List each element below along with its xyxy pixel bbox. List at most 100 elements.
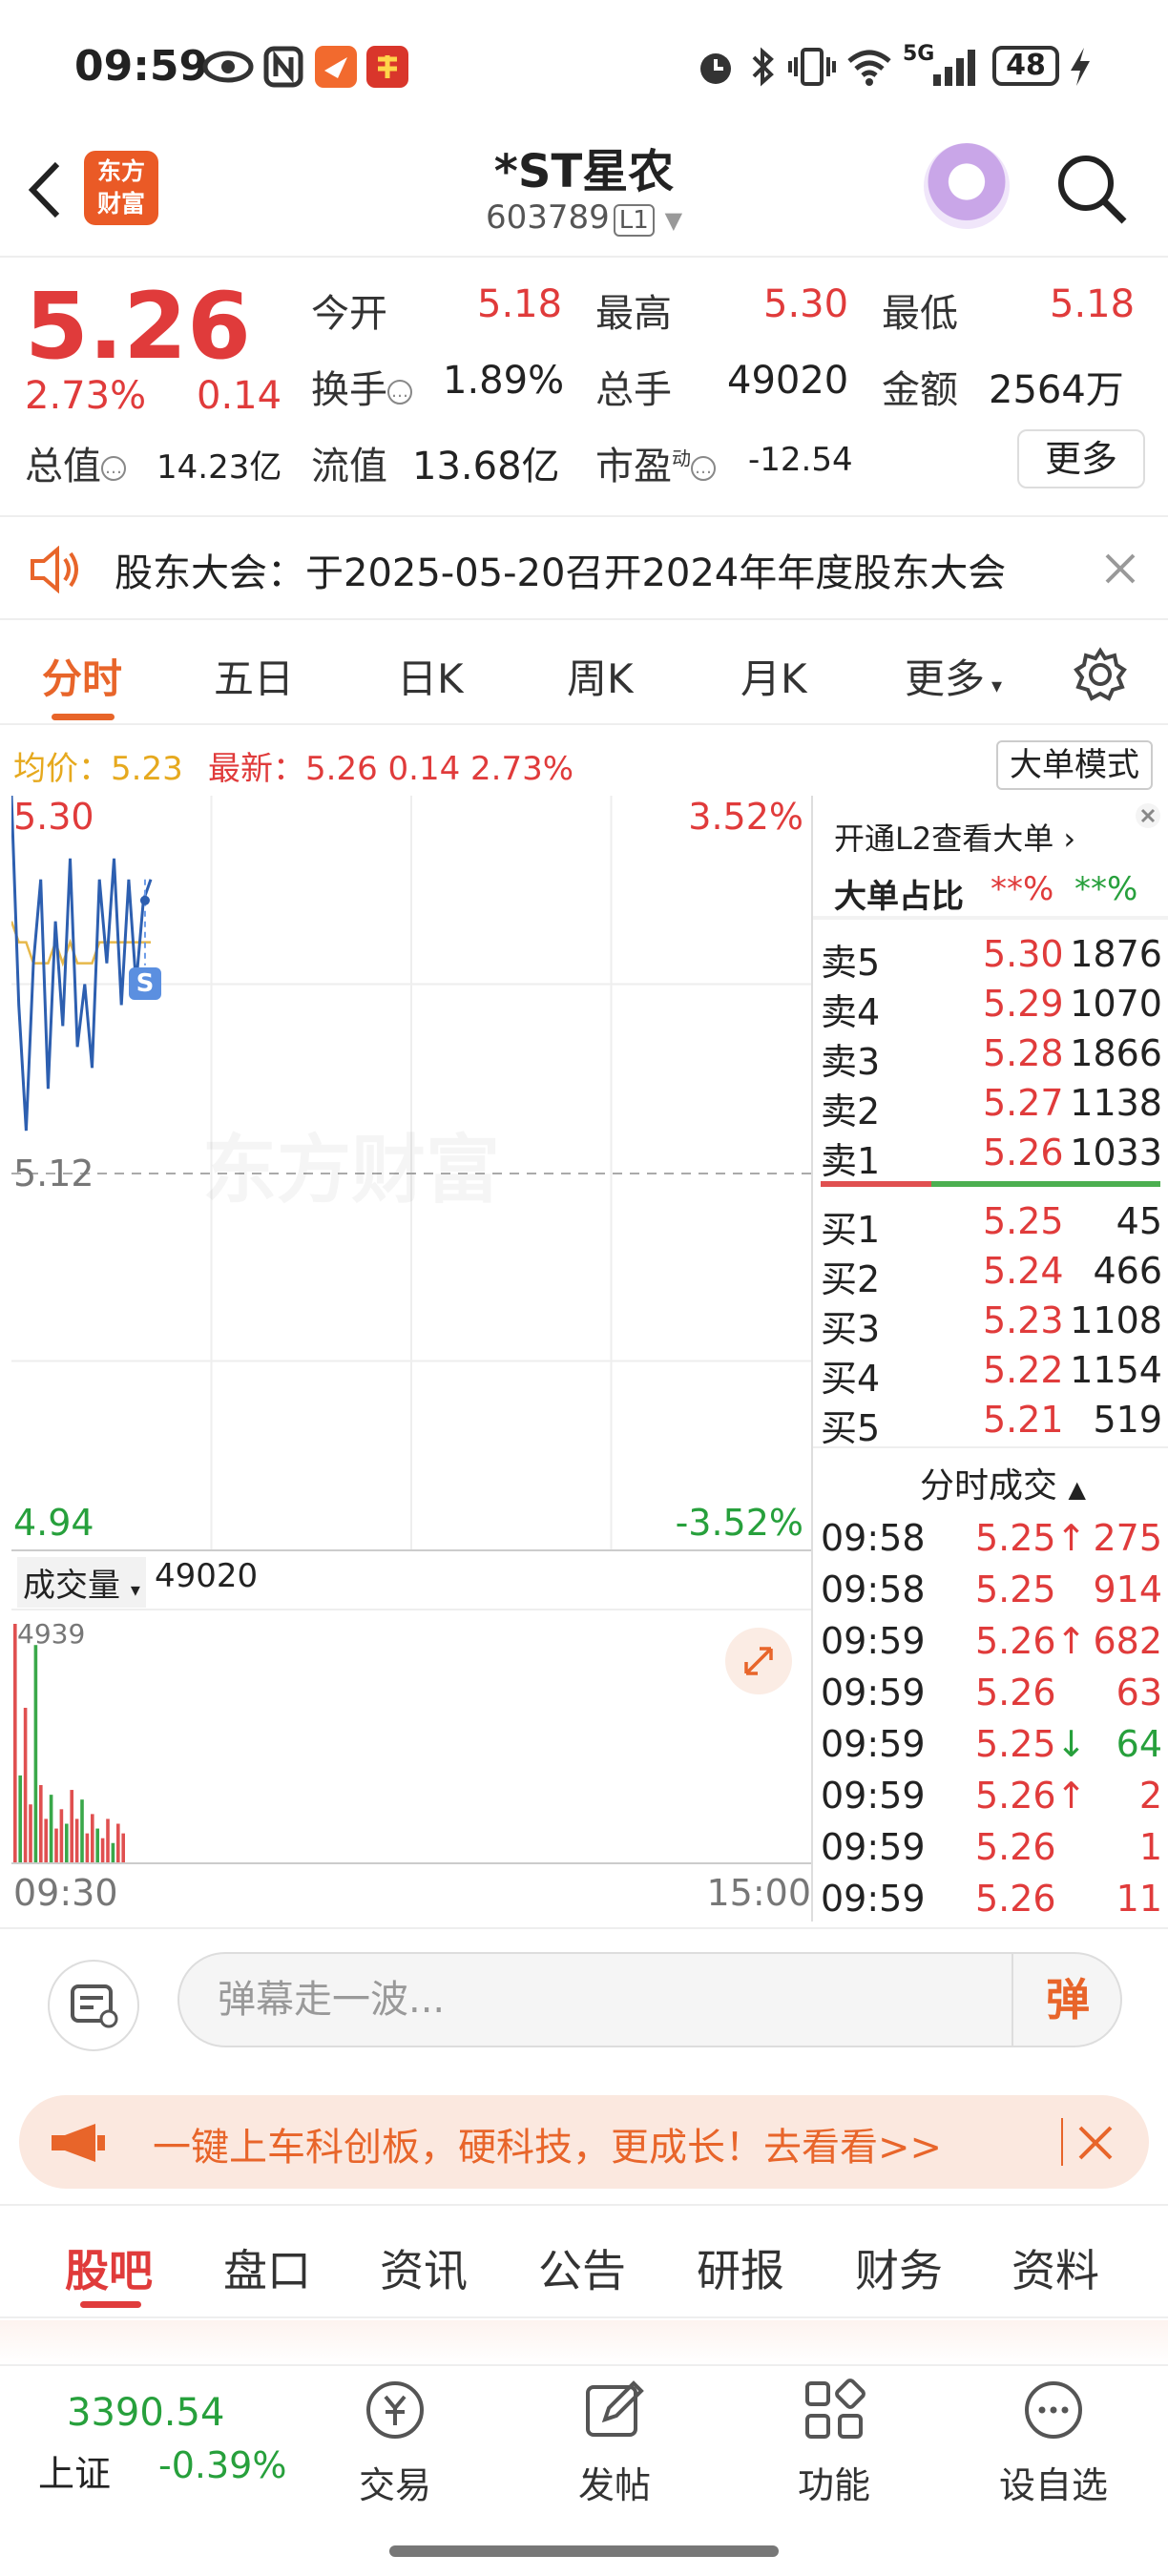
amount-label: 金额	[882, 368, 958, 412]
close-icon[interactable]	[1134, 801, 1162, 830]
volume-bar	[91, 1814, 94, 1862]
tab-guba[interactable]: 股吧	[65, 2236, 153, 2299]
book-volume: 1033	[1070, 1132, 1162, 1174]
info-icon[interactable]: …	[691, 456, 716, 481]
pe-value: -12.54	[748, 441, 853, 479]
network-type: 5G	[903, 42, 935, 66]
tab-monthly-k[interactable]: 月K	[740, 647, 807, 705]
volume-bar	[121, 1833, 125, 1862]
promo-banner[interactable]: 一键上车科创板，硬科技，更成长！去看看>>	[19, 2095, 1149, 2189]
trade-price: 5.26↑	[975, 1775, 1087, 1817]
info-icon[interactable]: …	[387, 380, 412, 405]
tab-five-day[interactable]: 五日	[214, 647, 294, 705]
nav-post-label: 发帖	[577, 2464, 651, 2506]
book-price: 5.30	[983, 933, 1064, 975]
tab-news[interactable]: 资讯	[380, 2236, 468, 2299]
nav-functions[interactable]: 功能	[767, 2376, 901, 2508]
latest-info: 最新：5.26 0.14 2.73%	[208, 750, 574, 788]
trade-row: 09:58 5.25↑ 275	[821, 1517, 1168, 1567]
chart-tabs: 分时 五日 日K 周K 月K 更多 ▾	[0, 630, 1168, 725]
book-volume: 1154	[1070, 1349, 1162, 1391]
info-icon[interactable]: …	[101, 456, 126, 481]
search-icon[interactable]	[1053, 151, 1130, 227]
book-volume: 1138	[1070, 1082, 1162, 1124]
arrow-up-icon: ↑	[1055, 1620, 1087, 1662]
trades-header[interactable]: 分时成交 ▲	[920, 1458, 1086, 1507]
tab-weekly-k[interactable]: 周K	[567, 647, 634, 705]
megaphone-icon	[52, 2124, 105, 2162]
tab-underline	[52, 714, 115, 720]
danmaku-input[interactable]: 弹幕走一波...	[177, 1952, 1122, 2047]
book-level-label: 买2	[821, 1258, 881, 1300]
l2-promo-link[interactable]: 开通L2查看大单 ›	[834, 815, 1075, 859]
expand-icon[interactable]	[725, 1628, 792, 1694]
s-signal-marker[interactable]: S	[128, 966, 161, 1000]
volume-max-label: 4939	[17, 1618, 86, 1650]
index-widget[interactable]: 3390.54 上证 -0.39%	[19, 2385, 305, 2528]
nav-post[interactable]: 发帖	[548, 2376, 681, 2508]
trade-row: 09:59 5.26↑ 682	[821, 1620, 1168, 1670]
notice-bar[interactable]: 股东大会：于2025-05-20召开2024年年度股东大会	[0, 515, 1168, 620]
time-end: 15:00	[706, 1872, 811, 1914]
charging-icon	[1071, 48, 1090, 86]
more-button[interactable]: 更多	[1017, 429, 1145, 488]
float-label: 流值	[311, 445, 387, 488]
wifi-icon	[847, 50, 891, 86]
dropdown-caret-icon[interactable]: ▼	[665, 207, 682, 234]
tab-pankou[interactable]: 盘口	[223, 2236, 311, 2299]
low-value: 5.18	[1050, 282, 1136, 326]
current-price: 5.26	[25, 273, 251, 380]
open-label: 今开	[311, 292, 387, 336]
danmaku-bar: 弹幕走一波... 弹	[0, 1927, 1168, 2080]
volume-chart	[13, 1624, 125, 1862]
tab-more[interactable]: 更多 ▾	[905, 647, 1002, 705]
home-indicator	[389, 2545, 779, 2557]
trade-row: 09:59 5.26 63	[821, 1672, 1168, 1721]
volume-selector[interactable]: 成交量 ▾	[17, 1557, 146, 1608]
nav-add-watchlist[interactable]: 设自选	[987, 2376, 1120, 2508]
assistant-robot-icon[interactable]	[924, 143, 1010, 229]
book-volume: 45	[1116, 1200, 1162, 1242]
pct-axis-bottom: -3.52%	[675, 1502, 803, 1544]
tab-profile[interactable]: 资料	[1012, 2236, 1099, 2299]
tab-daily-k[interactable]: 日K	[397, 647, 464, 705]
quote-panel: 5.26 2.73% 0.14 今开 5.18 最高 5.30 最低 5.18 …	[0, 258, 1168, 501]
volume-bar	[106, 1818, 110, 1862]
volume-value: 49020	[727, 359, 849, 403]
trade-volume: 2	[1138, 1775, 1162, 1817]
book-price: 5.23	[983, 1299, 1064, 1341]
trade-row: 09:59 5.25↓ 64	[821, 1723, 1168, 1773]
alarm-icon	[700, 53, 731, 84]
tab-intraday[interactable]: 分时	[42, 647, 122, 705]
turnover-label: 换手…	[311, 359, 412, 414]
volume-panel: 成交量 ▾ 49020 4939 09:30 15:00	[11, 1549, 811, 1922]
book-price: 5.26	[983, 1132, 1064, 1174]
high-label: 最高	[595, 292, 672, 336]
intraday-chart[interactable]: 东方财富 5.30 3.52% 5.12 4.94 -3.52% S	[11, 796, 811, 1549]
close-icon[interactable]	[1103, 551, 1137, 586]
danmaku-send-button[interactable]: 弹	[1012, 1952, 1122, 2047]
danmaku-settings-icon[interactable]	[48, 1960, 139, 2051]
change-value: 0.14	[197, 374, 282, 418]
post-preview-strip	[0, 2320, 1168, 2364]
big-ratio-buy: **%	[991, 870, 1054, 908]
bid-row: 买3 5.23 1108	[821, 1299, 1168, 1350]
tab-announcements[interactable]: 公告	[538, 2236, 626, 2299]
trade-row: 09:58 5.25 914	[821, 1568, 1168, 1618]
trade-volume: 11	[1116, 1878, 1162, 1920]
tab-research[interactable]: 研报	[697, 2236, 784, 2299]
bid-row: 买5 5.21 519	[821, 1399, 1168, 1449]
turnover-value: 1.89%	[443, 359, 565, 403]
index-name: 上证	[38, 2453, 112, 2495]
close-icon[interactable]	[1076, 2124, 1115, 2162]
nav-trade[interactable]: 交易	[328, 2376, 462, 2508]
settings-gear-icon[interactable]	[1073, 647, 1128, 702]
index-change: -0.39%	[158, 2444, 287, 2486]
book-volume: 1070	[1070, 983, 1162, 1025]
book-level-label: 卖4	[821, 991, 881, 1033]
big-order-mode-button[interactable]: 大单模式	[996, 740, 1153, 790]
volume-bar	[95, 1828, 99, 1862]
big-ratio-sell: **%	[1074, 870, 1138, 908]
tab-finance[interactable]: 财务	[855, 2236, 943, 2299]
eye-icon	[202, 51, 254, 83]
